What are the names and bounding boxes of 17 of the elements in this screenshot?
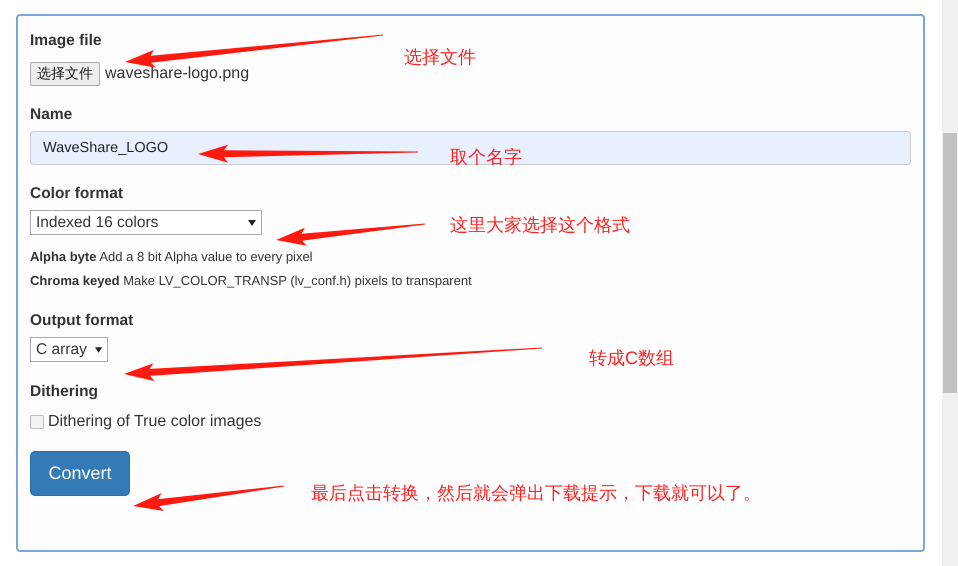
annotation-text: 最后点击转换，然后就会弹出下载提示，下载就可以了。 (311, 482, 761, 505)
field-label: Name (30, 106, 74, 124)
convert-button[interactable]: Convert (30, 451, 130, 496)
field-label: Dithering (30, 383, 100, 401)
format-note: Alpha byte Add a 8 bit Alpha value to every pixel (30, 249, 314, 264)
field-label: Image file (30, 32, 102, 50)
annotation-text: 转成C数组 (589, 347, 674, 370)
field-label: Output format (30, 312, 134, 330)
color-format-select[interactable]: Indexed 16 colors (30, 210, 262, 235)
format-note: Chroma keyed Make LV_COLOR_TRANSP (lv_conf.h) pixels to transparent (30, 273, 473, 288)
annotation-text: 这里大家选择这个格式 (450, 214, 630, 237)
output-format-select[interactable]: C array (30, 337, 108, 362)
checkbox-label: Dithering of True color images (48, 413, 262, 431)
choose-file-button[interactable]: 选择文件 (30, 62, 100, 86)
file-name: waveshare-logo.png (105, 65, 250, 83)
annotation-text: 选择文件 (404, 46, 476, 69)
field-label: Color format (30, 185, 124, 203)
